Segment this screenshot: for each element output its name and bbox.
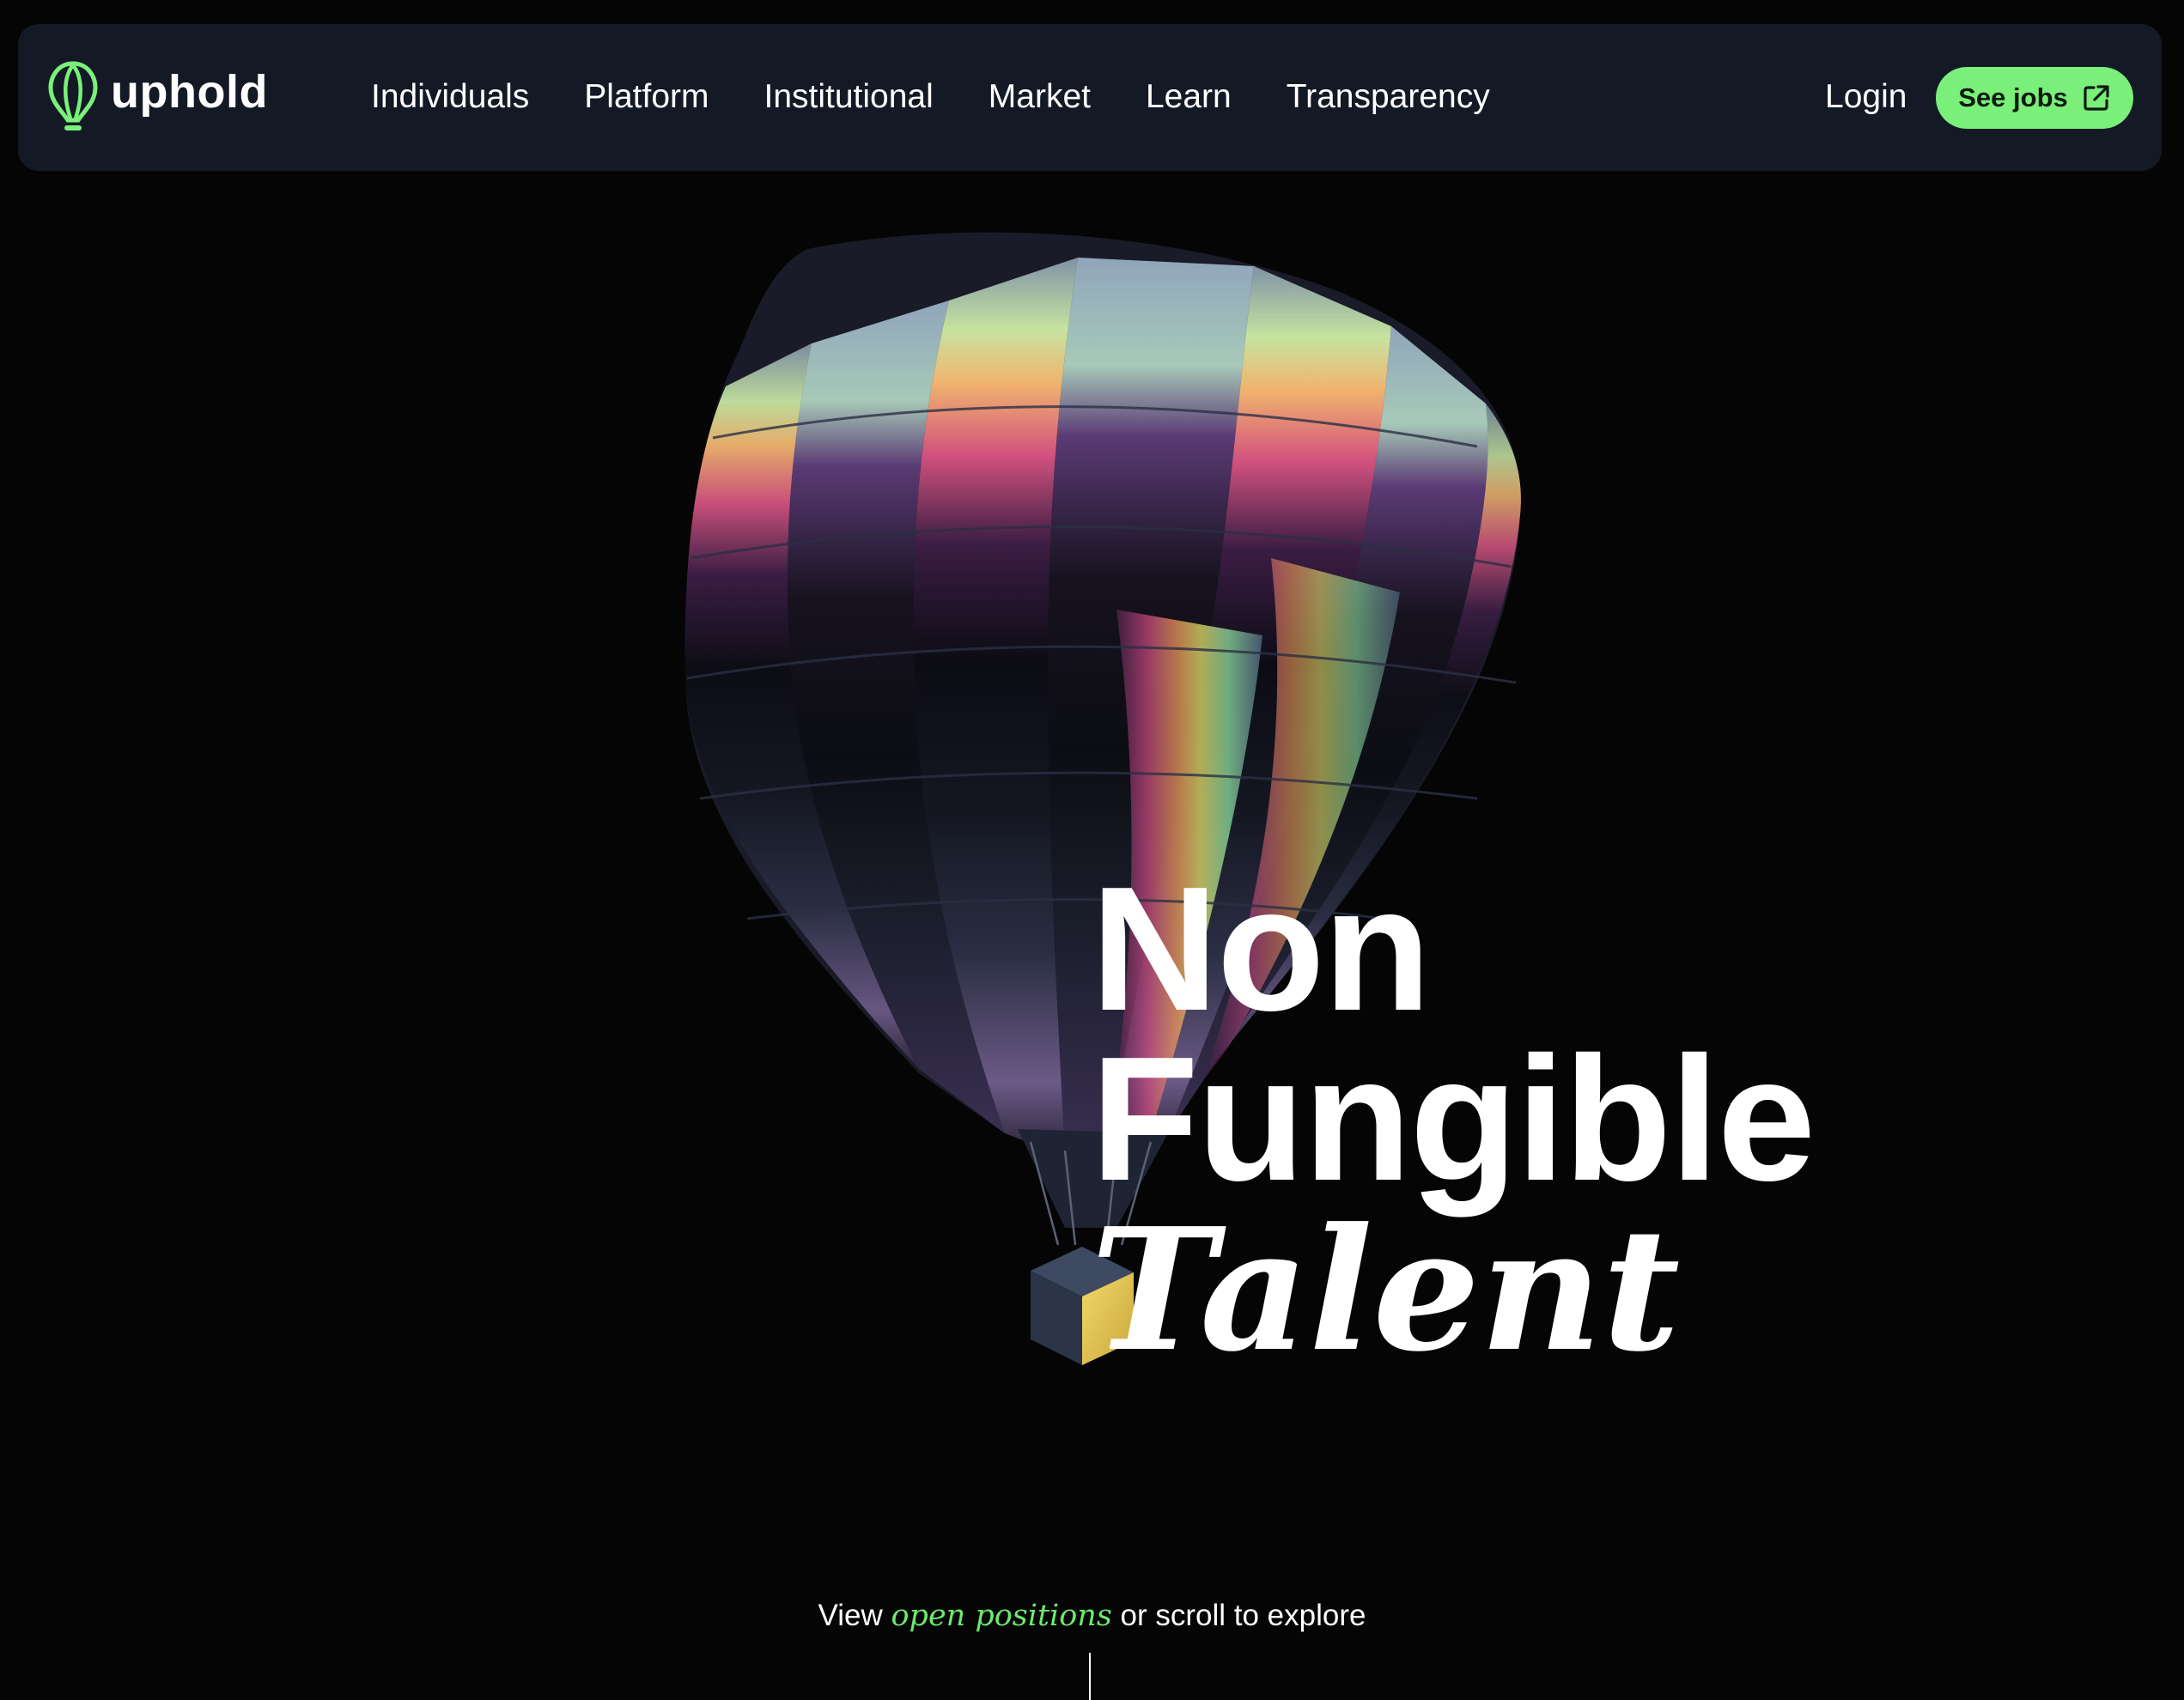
main-menu: Individuals Platform Institutional Marke… [371,74,1545,120]
nav-learn[interactable]: Learn [1146,74,1232,120]
see-jobs-button[interactable]: See jobs [1936,67,2133,129]
nav-individuals[interactable]: Individuals [371,74,529,120]
nav-platform[interactable]: Platform [584,74,709,120]
nav-market[interactable]: Market [989,74,1091,120]
headline-line-non: Non [1091,850,1431,1048]
hero-headline: Non Fungible Talent [1091,850,2121,1396]
brand-logo[interactable]: uphold [47,60,268,134]
see-jobs-label: See jobs [1958,82,2068,112]
explore-prefix: View [818,1599,883,1632]
explore-suffix: or scroll to explore [1120,1599,1366,1632]
brand-name: uphold [111,66,268,118]
headline-line-fungible: Fungible [1091,1020,1816,1218]
nav-transparency[interactable]: Transparency [1287,74,1490,120]
nav-institutional[interactable]: Institutional [763,74,933,120]
uphold-balloon-logo-icon [48,61,98,131]
login-link[interactable]: Login [1825,74,1907,120]
headline-line-talent: Talent [1091,1192,1681,1390]
top-navigation-bar: uphold Individuals Platform Institutiona… [18,24,2162,171]
open-positions-link[interactable]: open positions [891,1599,1111,1633]
external-link-icon [2084,85,2109,111]
scroll-indicator-line [1089,1653,1091,1700]
explore-prompt: View open positions or scroll to explore [0,1599,2184,1633]
